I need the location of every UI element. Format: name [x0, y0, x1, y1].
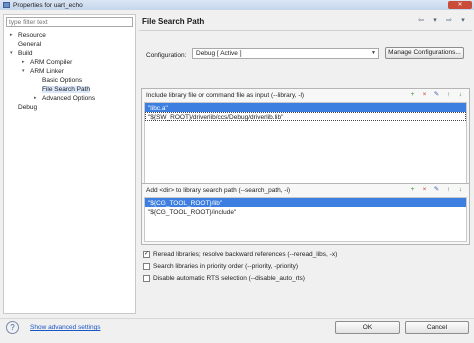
tree-item-arm-linker[interactable]: ▾ ARM Linker [4, 67, 135, 76]
history-nav: ⇦ ▾ ⇨ ▾ [416, 17, 468, 25]
tree-item-arm-compiler[interactable]: ▸ ARM Compiler [4, 58, 135, 67]
category-tree: ▸ Resource General ▾ Build ▸ ARM Compile… [4, 31, 135, 112]
tree-item-debug[interactable]: Debug [4, 103, 135, 112]
configuration-select[interactable]: Debug [ Active ] ▼ [192, 48, 379, 59]
edit-icon[interactable]: ✎ [432, 185, 441, 194]
expand-icon[interactable]: ▸ [34, 94, 37, 103]
search-path-group: Add <dir> to library search path (--sear… [141, 183, 470, 245]
list-item[interactable]: "libc.a" [145, 103, 466, 112]
list-item[interactable]: "${SW_ROOT}/driverlib/ccs/Debug/driverli… [145, 112, 466, 121]
page-title: File Search Path [142, 17, 205, 26]
forward-icon[interactable]: ⇨ [444, 17, 454, 25]
forward-menu-icon[interactable]: ▾ [458, 17, 468, 25]
move-down-icon[interactable]: ↓ [456, 90, 465, 99]
disable-auto-rts-label: Disable automatic RTS selection (--disab… [153, 274, 305, 282]
title-divider [139, 30, 472, 31]
expand-icon[interactable]: ▸ [22, 58, 25, 67]
priority-checkbox[interactable] [143, 262, 150, 270]
configuration-label: Configuration: [146, 52, 187, 59]
app-icon [3, 2, 10, 8]
tree-item-advanced-options[interactable]: ▸ Advanced Options [4, 94, 135, 103]
add-icon[interactable]: + [408, 185, 417, 194]
add-icon[interactable]: + [408, 90, 417, 99]
disable-auto-rts-checkbox[interactable] [143, 274, 150, 282]
manage-configurations-button[interactable]: Manage Configurations... [385, 47, 464, 59]
tree-item-resource[interactable]: ▸ Resource [4, 31, 135, 40]
back-icon[interactable]: ⇦ [416, 17, 426, 25]
expand-icon[interactable]: ▸ [10, 31, 13, 40]
priority-option[interactable]: Search libraries in priority order (--pr… [143, 260, 337, 272]
include-library-group: Include library file or command file as … [141, 88, 470, 192]
linker-options: ✓ Reread libraries; resolve backward ref… [143, 248, 337, 284]
reread-libs-option[interactable]: ✓ Reread libraries; resolve backward ref… [143, 248, 337, 260]
collapse-icon[interactable]: ▾ [22, 67, 25, 76]
filter-input[interactable] [6, 17, 133, 27]
ok-button[interactable]: OK [335, 321, 400, 334]
reread-libs-label: Reread libraries; resolve backward refer… [153, 250, 338, 258]
category-pane: ▸ Resource General ▾ Build ▸ ARM Compile… [3, 14, 136, 314]
move-down-icon[interactable]: ↓ [456, 185, 465, 194]
tree-item-general[interactable]: General [4, 40, 135, 49]
include-library-tools: + × ✎ ↑ ↓ [408, 90, 465, 99]
search-path-tools: + × ✎ ↑ ↓ [408, 185, 465, 194]
list-item[interactable]: "${CG_TOOL_ROOT}/lib" [145, 198, 466, 207]
edit-icon[interactable]: ✎ [432, 90, 441, 99]
footer-divider [0, 318, 474, 319]
dropdown-arrow-icon[interactable]: ▼ [371, 49, 376, 58]
move-up-icon[interactable]: ↑ [444, 90, 453, 99]
window-close-icon[interactable]: ✕ [448, 1, 472, 9]
disable-auto-rts-option[interactable]: Disable automatic RTS selection (--disab… [143, 272, 337, 284]
priority-label: Search libraries in priority order (--pr… [153, 262, 299, 270]
search-path-title: Add <dir> to library search path (--sear… [146, 187, 291, 194]
settings-pane: File Search Path ⇦ ▾ ⇨ ▾ Configuration: … [139, 14, 472, 314]
move-up-icon[interactable]: ↑ [444, 185, 453, 194]
collapse-icon[interactable]: ▾ [10, 49, 13, 58]
search-path-list[interactable]: "${CG_TOOL_ROOT}/lib" "${CG_TOOL_ROOT}/i… [144, 197, 467, 242]
show-advanced-settings-link[interactable]: Show advanced settings [30, 324, 100, 331]
list-item[interactable]: "${CG_TOOL_ROOT}/include" [145, 207, 466, 216]
cancel-button[interactable]: Cancel [405, 321, 469, 334]
window-title: Properties for uart_echo [13, 1, 83, 9]
configuration-value: Debug [ Active ] [196, 50, 242, 57]
include-library-title: Include library file or command file as … [146, 92, 305, 99]
title-bar: Properties for uart_echo ✕ [0, 0, 474, 10]
reread-libs-checkbox[interactable]: ✓ [143, 250, 150, 258]
help-icon[interactable]: ? [6, 321, 19, 334]
include-library-list[interactable]: "libc.a" "${SW_ROOT}/driverlib/ccs/Debug… [144, 102, 467, 189]
delete-icon[interactable]: × [420, 185, 429, 194]
tree-item-file-search-path[interactable]: File Search Path [4, 85, 135, 94]
delete-icon[interactable]: × [420, 90, 429, 99]
back-menu-icon[interactable]: ▾ [430, 17, 440, 25]
tree-item-build[interactable]: ▾ Build [4, 49, 135, 58]
tree-item-basic-options[interactable]: Basic Options [4, 76, 135, 85]
